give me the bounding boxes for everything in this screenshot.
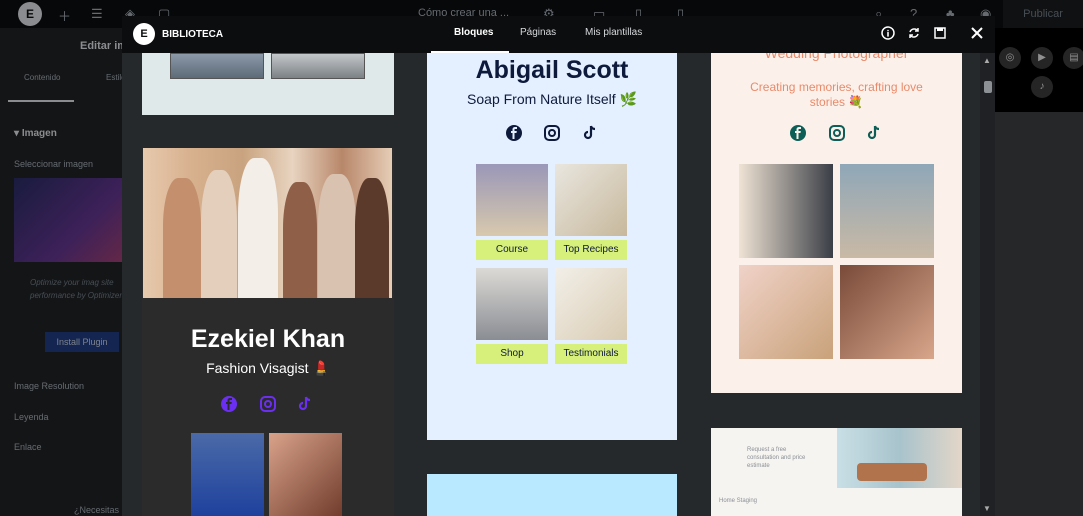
tiktok-icon — [295, 395, 315, 415]
profile-subtitle: Soap From Nature Itself 🌿 — [467, 91, 637, 107]
tiktok-icon — [580, 124, 600, 144]
top-recipes-button[interactable]: Top Recipes — [555, 240, 627, 260]
template-card-ezekiel[interactable]: Ezekiel Khan Fashion Visagist 💄 — [142, 148, 394, 516]
profile-name: Ezekiel Khan — [190, 325, 346, 353]
section-image-label: Imagen — [21, 128, 57, 139]
wedding-photo — [840, 164, 934, 258]
twitch-icon[interactable]: ▤ — [1063, 47, 1083, 69]
profile-name: Abigail Scott — [475, 56, 629, 84]
canvas-area — [995, 112, 1083, 516]
sync-icon[interactable] — [906, 26, 922, 42]
template-card-wedding[interactable]: Wedding Photographer Creating memories, … — [711, 53, 962, 393]
gallery-photo — [269, 433, 342, 516]
soap-photo — [555, 268, 627, 340]
instagram-icon — [258, 395, 278, 415]
scroll-down-icon[interactable]: ▼ — [983, 504, 991, 513]
template-card-top-left[interactable] — [142, 53, 394, 115]
install-plugin-button[interactable]: Install Plugin — [45, 332, 119, 352]
editor-screen: E ＋ ☰ ◈ ▢ Cómo crear una ... ⚙ ▭ ▯ ▯ ⌕ ?… — [0, 0, 1083, 516]
select-image-label: Seleccionar imagen — [14, 159, 94, 169]
template-card-interior[interactable]: Request a free consultation and price es… — [711, 428, 962, 516]
panel-title: Editar im — [80, 40, 128, 52]
tab-pages[interactable]: Páginas — [520, 27, 556, 38]
tab-blocks[interactable]: Bloques — [454, 27, 493, 38]
library-header: E BIBLIOTECA Bloques Páginas Mis plantil… — [122, 16, 995, 53]
instagram-icon — [542, 124, 562, 144]
image-preview[interactable] — [14, 178, 130, 262]
wedding-photo — [739, 265, 833, 359]
save-icon[interactable] — [932, 26, 948, 42]
library-modal: E BIBLIOTECA Bloques Páginas Mis plantil… — [122, 16, 995, 516]
library-scrollbar[interactable]: ▲ ▼ — [980, 53, 995, 516]
interior-heading: Request a free consultation and price es… — [747, 447, 806, 469]
testimonials-button[interactable]: Testimonials — [555, 344, 627, 364]
add-icon[interactable]: ＋ — [58, 6, 71, 25]
hero-group-photo — [143, 148, 392, 298]
image-resolution-label: Image Resolution — [14, 381, 85, 391]
optimizer-promo-text: Optimize your imag site performance by O… — [30, 278, 124, 300]
info-icon[interactable] — [880, 26, 896, 42]
soap-photo — [476, 164, 548, 236]
publish-button[interactable]: Publicar — [1003, 0, 1083, 28]
wedding-photo — [840, 265, 934, 359]
close-icon[interactable] — [969, 26, 985, 42]
caption-label: Leyenda — [14, 412, 49, 422]
scroll-thumb[interactable] — [984, 81, 992, 93]
section-image-title[interactable]: ▾ Imagen — [14, 128, 57, 139]
scroll-up-icon[interactable]: ▲ — [983, 56, 991, 65]
tab-indicator — [8, 100, 74, 102]
gallery-photo — [191, 433, 264, 516]
soap-photo — [476, 268, 548, 340]
canvas-preview-strip: ◎ ▶ ▤ ♪ — [995, 28, 1083, 112]
wedding-photo — [739, 164, 833, 258]
interior-photo — [837, 428, 962, 488]
instagram-icon — [827, 124, 847, 144]
tiktok-icon[interactable]: ♪ — [1031, 76, 1053, 98]
profile-subtitle: Fashion Visagist 💄 — [206, 360, 330, 376]
template-card-abigail[interactable]: Abigail Scott Soap From Nature Itself 🌿 … — [427, 53, 677, 440]
elementor-logo[interactable]: E — [18, 2, 42, 26]
library-title: BIBLIOTECA — [162, 29, 224, 40]
soap-photo — [555, 164, 627, 236]
tiktok-icon — [864, 124, 884, 144]
tab-my-templates[interactable]: Mis plantillas — [585, 27, 642, 38]
template-photo — [271, 53, 365, 79]
profile-subtitle: Creating memories, crafting love stories… — [750, 80, 923, 109]
instagram-icon[interactable]: ◎ — [999, 47, 1021, 69]
template-photo — [170, 53, 264, 79]
facebook-icon — [504, 124, 524, 144]
tab-content[interactable]: Contenido — [24, 73, 60, 82]
shop-button[interactable]: Shop — [476, 344, 548, 364]
facebook-icon — [788, 124, 808, 144]
editor-panel: Editar im Contenido Estilo ▾ Imagen Sele… — [0, 28, 130, 516]
template-card-bottom-middle[interactable] — [427, 474, 677, 516]
youtube-icon[interactable]: ▶ — [1031, 47, 1053, 69]
course-button[interactable]: Course — [476, 240, 548, 260]
profile-name: Wedding Photographer — [764, 53, 909, 61]
interior-footer-text: Home Staging — [719, 498, 758, 504]
link-label: Enlace — [14, 442, 42, 452]
settings-sliders-icon[interactable]: ☰ — [91, 6, 103, 22]
elementor-logo-icon: E — [133, 23, 155, 45]
facebook-icon — [219, 395, 239, 415]
